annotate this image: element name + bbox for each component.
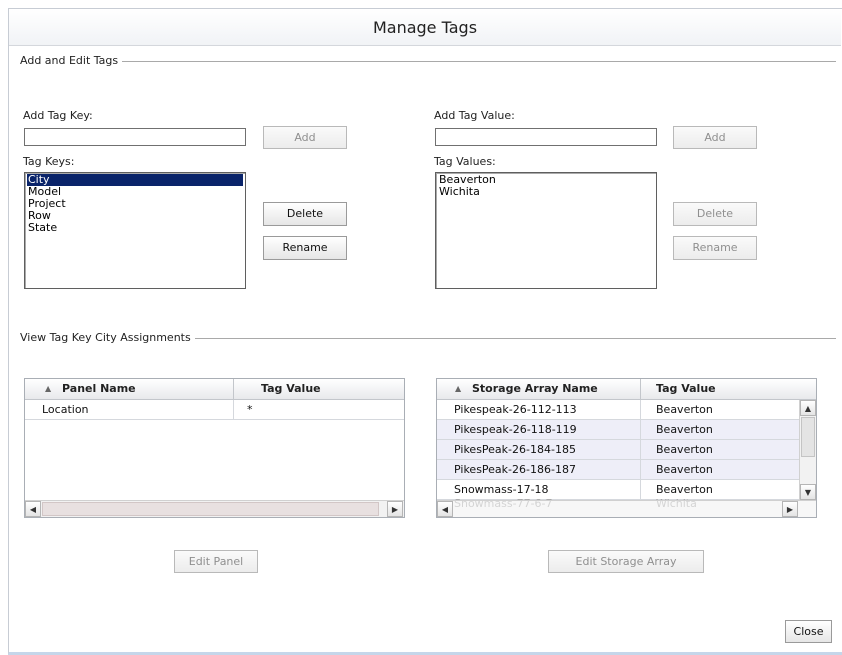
- panel-name-cell: Location: [42, 403, 89, 416]
- storage-array-name-cell: Pikespeak-26-118-119: [454, 423, 577, 436]
- horizontal-scrollbar[interactable]: ◀ ▶: [25, 500, 404, 517]
- table-row[interactable]: Pikespeak-26-112-113 Beaverton: [437, 400, 799, 420]
- scrollbar-thumb[interactable]: [42, 502, 379, 516]
- rename-tag-value-button[interactable]: Rename: [673, 236, 757, 260]
- rename-tag-key-button[interactable]: Rename: [263, 236, 347, 260]
- storage-tag-value-cell: Beaverton: [656, 403, 713, 416]
- panel-tag-value-column-header[interactable]: Tag Value: [261, 379, 321, 399]
- storage-tag-value-column-header[interactable]: Tag Value: [656, 379, 716, 399]
- column-separator: [233, 400, 234, 419]
- column-separator: [640, 480, 641, 499]
- edit-storage-array-button[interactable]: Edit Storage Array: [548, 550, 704, 573]
- storage-tag-value-cell: Beaverton: [656, 463, 713, 476]
- storage-array-name-cell: PikesPeak-26-186-187: [454, 463, 576, 476]
- add-tag-value-input[interactable]: [435, 128, 657, 146]
- panel-table-header: ▲ Panel Name Tag Value: [25, 379, 404, 400]
- tag-value-item-wichita[interactable]: Wichita: [438, 186, 654, 198]
- table-row[interactable]: Pikespeak-26-118-119 Beaverton: [437, 420, 799, 440]
- column-separator: [640, 400, 641, 419]
- panel-table[interactable]: ▲ Panel Name Tag Value Location * ◀ ▶: [24, 378, 405, 518]
- delete-tag-key-button[interactable]: Delete: [263, 202, 347, 226]
- storage-array-name-cell: Pikespeak-26-112-113: [454, 403, 577, 416]
- scroll-up-icon[interactable]: ▲: [800, 400, 816, 416]
- tag-keys-listbox[interactable]: City Model Project Row State: [24, 172, 246, 289]
- add-tag-value-button[interactable]: Add: [673, 126, 757, 149]
- tag-keys-label: Tag Keys:: [23, 155, 75, 168]
- tag-key-item-row[interactable]: Row: [27, 210, 243, 222]
- tag-key-item-project[interactable]: Project: [27, 198, 243, 210]
- add-tag-key-button[interactable]: Add: [263, 126, 347, 149]
- storage-array-name-cell: PikesPeak-26-184-185: [454, 443, 576, 456]
- storage-array-name-column-header[interactable]: Storage Array Name: [472, 379, 598, 399]
- column-separator: [640, 440, 641, 459]
- tag-values-listbox[interactable]: Beaverton Wichita: [435, 172, 657, 289]
- column-separator: [640, 460, 641, 479]
- storage-tag-value-cell: Beaverton: [656, 443, 713, 456]
- delete-tag-value-button[interactable]: Delete: [673, 202, 757, 226]
- scroll-right-icon[interactable]: ▶: [387, 501, 403, 517]
- section-divider: [118, 61, 836, 62]
- table-row[interactable]: Location *: [25, 400, 404, 420]
- storage-table-header: ▲ Storage Array Name Tag Value: [437, 379, 816, 400]
- edit-panel-button[interactable]: Edit Panel: [174, 550, 258, 573]
- panel-tag-value-cell: *: [247, 403, 253, 416]
- column-separator: [640, 420, 641, 439]
- sort-asc-icon[interactable]: ▲: [455, 379, 461, 399]
- close-button[interactable]: Close: [785, 620, 832, 643]
- scrollbar-thumb[interactable]: [801, 417, 815, 457]
- scroll-down-icon[interactable]: ▼: [800, 484, 816, 500]
- scroll-left-icon[interactable]: ◀: [25, 501, 41, 517]
- section-divider: [184, 338, 836, 339]
- tag-key-item-state[interactable]: State: [27, 222, 243, 234]
- dialog-title: Manage Tags: [372, 18, 478, 37]
- tag-values-label: Tag Values:: [434, 155, 496, 168]
- storage-tag-value-cell: Beaverton: [656, 423, 713, 436]
- table-row[interactable]: PikesPeak-26-184-185 Beaverton: [437, 440, 799, 460]
- add-tag-value-label: Add Tag Value:: [434, 109, 515, 122]
- section-assignments-legend: View Tag Key City Assignments: [20, 331, 195, 344]
- section-add-edit-legend: Add and Edit Tags: [20, 54, 123, 67]
- add-tag-key-input[interactable]: [24, 128, 246, 146]
- vertical-scrollbar[interactable]: ▲ ▼: [799, 400, 816, 500]
- add-tag-key-label: Add Tag Key:: [23, 109, 93, 122]
- scroll-right-icon[interactable]: ▶: [782, 501, 798, 517]
- column-separator: [233, 379, 234, 399]
- storage-array-table[interactable]: ▲ Storage Array Name Tag Value Pikespeak…: [436, 378, 817, 518]
- panel-name-column-header[interactable]: Panel Name: [62, 379, 136, 399]
- table-row[interactable]: PikesPeak-26-186-187 Beaverton: [437, 460, 799, 480]
- dialog-titlebar: Manage Tags: [9, 9, 841, 46]
- horizontal-scrollbar[interactable]: ◀ ▶: [437, 500, 816, 517]
- scroll-left-icon[interactable]: ◀: [437, 501, 453, 517]
- column-separator: [640, 379, 641, 399]
- sort-asc-icon[interactable]: ▲: [45, 379, 51, 399]
